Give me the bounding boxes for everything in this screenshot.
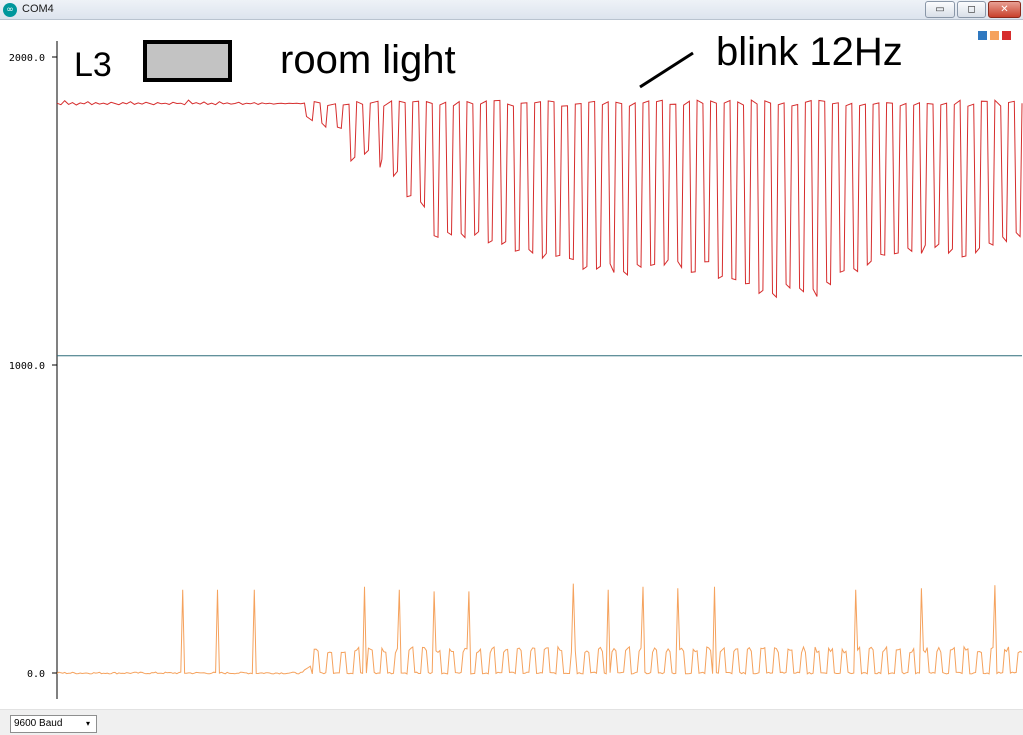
y-tick-label: 2000.0 xyxy=(9,53,45,64)
close-button[interactable]: ✕ xyxy=(988,1,1021,18)
annotation-l3: L3 xyxy=(74,46,112,84)
series-line-red xyxy=(56,99,1023,299)
annotation-blink: blink 12Hz xyxy=(716,30,903,74)
plot-area xyxy=(56,99,1023,675)
series-line-orange xyxy=(56,583,1023,675)
annotations: L3 room light blink 12Hz xyxy=(74,30,903,89)
minimize-button[interactable]: ▭ xyxy=(925,1,955,18)
arduino-icon: ∞ xyxy=(3,3,17,17)
legend-swatch xyxy=(978,31,987,40)
dropdown-arrow-icon: ▾ xyxy=(85,719,90,728)
maximize-icon: ◻ xyxy=(967,4,976,15)
legend xyxy=(978,31,1011,40)
baud-rate-select[interactable]: 9600 Baud ▾ xyxy=(10,715,97,733)
legend-swatch xyxy=(1002,31,1011,40)
minimize-icon: ▭ xyxy=(935,4,945,15)
baud-rate-label: 9600 Baud xyxy=(14,718,63,729)
serial-plotter-chart: 0.0 1000.0 2000.0 L3 room light blink 12Hz xyxy=(9,30,1023,699)
legend-swatch xyxy=(990,31,999,40)
annotation-pointer-line xyxy=(639,51,694,89)
annotation-room-light: room light xyxy=(280,38,456,82)
y-tick-label: 1000.0 xyxy=(9,361,45,372)
y-axis: 0.0 1000.0 2000.0 xyxy=(9,41,1022,699)
window-title: COM4 xyxy=(22,3,54,15)
color-swatch xyxy=(143,40,232,82)
status-bar: 9600 Baud ▾ xyxy=(0,709,1023,735)
close-icon: ✕ xyxy=(1000,4,1009,15)
y-tick-label: 0.0 xyxy=(27,669,45,680)
maximize-button[interactable]: ◻ xyxy=(957,1,986,18)
title-bar: ∞ COM4 ▭ ◻ ✕ xyxy=(0,0,1023,20)
